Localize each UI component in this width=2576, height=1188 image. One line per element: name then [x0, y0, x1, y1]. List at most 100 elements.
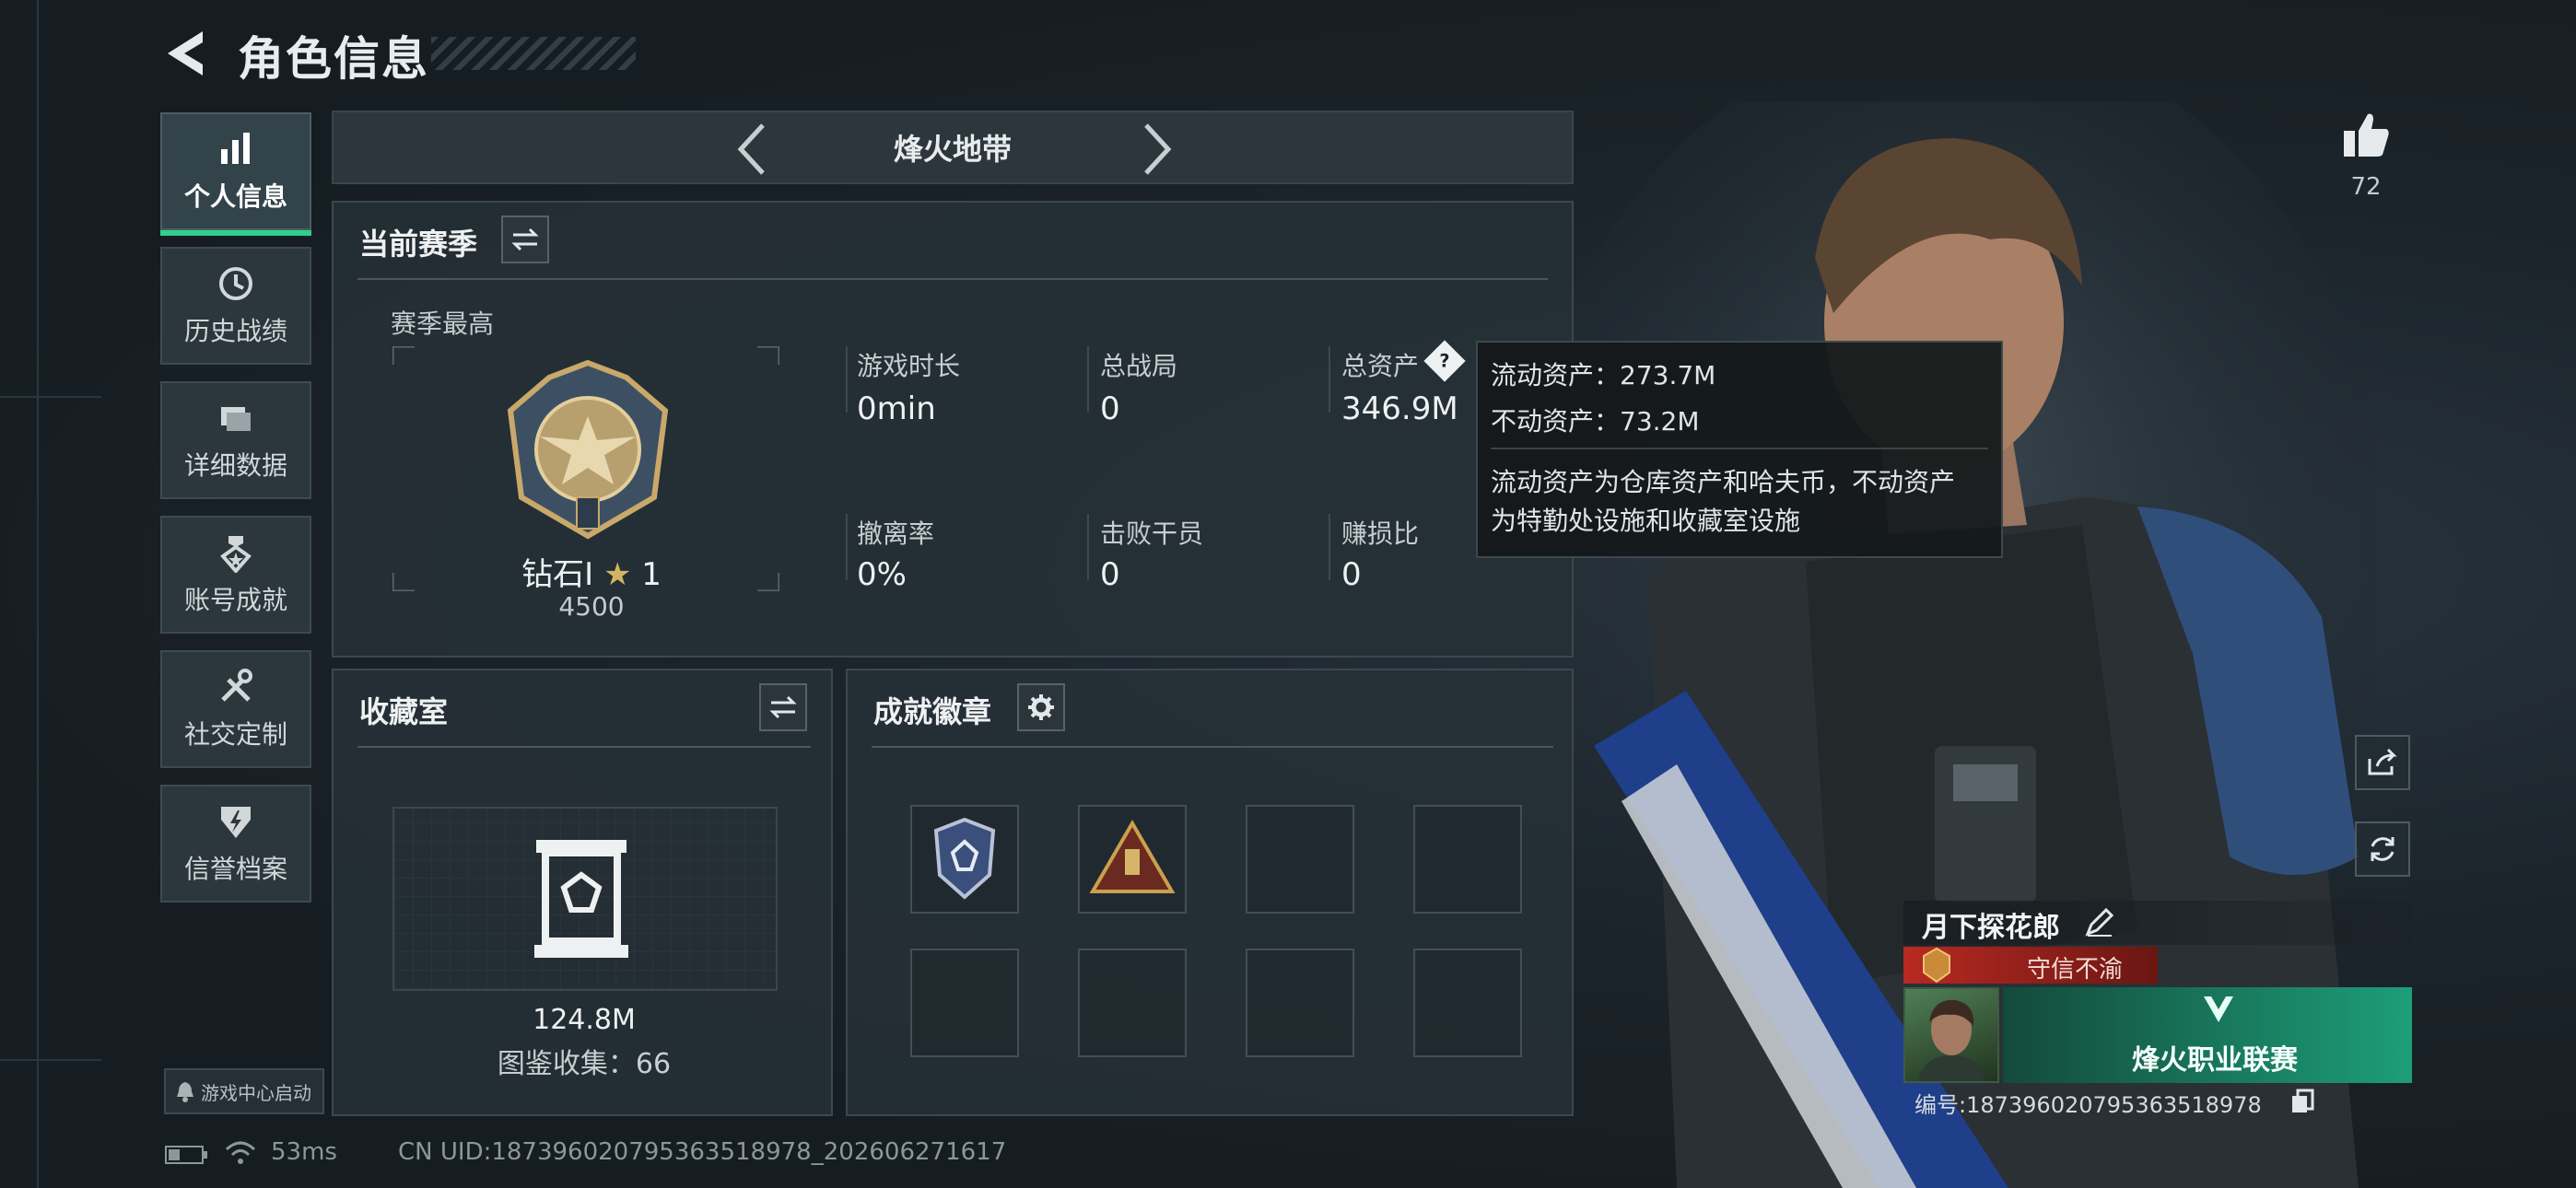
swap-icon [511, 227, 539, 251]
current-season-panel: 当前赛季 赛季最高 钻石I ★ 1 4500 游戏时长 0min 总战局 0 总… [332, 201, 1574, 658]
badge-slot[interactable] [1413, 949, 1522, 1057]
divider [357, 746, 811, 748]
credit-icon [221, 807, 251, 838]
season-best-label: 赛季最高 [391, 309, 495, 339]
copy-icon[interactable] [2290, 1089, 2314, 1114]
swap-icon [769, 695, 797, 719]
pyramid-badge-icon [1089, 820, 1176, 893]
achievement-icon [220, 536, 252, 573]
next-season-chevron-icon[interactable] [1139, 122, 1176, 177]
player-card: 月下探花郎 守信不渝 烽火职业联赛 [1903, 901, 2412, 1083]
tooltip-fixed-row: 不动资产：73.2M [1491, 402, 1700, 438]
star-icon: ★ [603, 556, 632, 593]
player-title: 守信不渝 [2027, 956, 2124, 984]
tooltip-note-line: 流动资产为仓库资产和哈夫币，不动资产 [1491, 467, 1956, 497]
collection-vault-icon [534, 840, 628, 958]
nav-item-credit[interactable]: 信誉档案 [160, 785, 311, 903]
gear-icon [1028, 694, 1054, 720]
thumbs-up-icon[interactable] [2340, 109, 2392, 160]
divider [846, 514, 848, 580]
nav-item-social[interactable]: 社交定制 [160, 650, 311, 768]
tooltip-fixed-value: 73.2M [1620, 406, 1700, 437]
game-center-label: 游戏中心启动 [201, 1081, 311, 1104]
badge-slot[interactable] [1078, 805, 1187, 914]
divider [1087, 514, 1089, 580]
rank-points: 4500 [558, 591, 625, 622]
stat-value: 0min [857, 390, 936, 427]
history-icon [219, 267, 252, 300]
badge-slot[interactable] [1078, 949, 1187, 1057]
avatar[interactable] [1903, 987, 1999, 1083]
ping-text: 53ms [271, 1138, 337, 1166]
nav-item-achievements[interactable]: 账号成就 [160, 516, 311, 634]
player-name: 月下探花郎 [1922, 912, 2060, 944]
badge-slot[interactable] [910, 805, 1019, 914]
tooltip-note-line: 为特勤处设施和收藏室设施 [1491, 506, 1801, 536]
help-icon[interactable]: ? [1423, 340, 1466, 382]
divider [357, 278, 1548, 280]
stat-value: 0% [857, 556, 907, 593]
stat-value: 0 [1341, 556, 1362, 593]
edit-icon[interactable] [2084, 906, 2115, 938]
badge-slot[interactable] [1246, 949, 1354, 1057]
season-selector: 烽火地带 [332, 111, 1574, 184]
league-banner[interactable]: 烽火职业联赛 [2003, 987, 2412, 1083]
hud-line [0, 1059, 101, 1061]
nav-label: 历史战绩 [183, 316, 287, 346]
badge-settings-button[interactable] [1017, 683, 1065, 731]
nav-label: 社交定制 [183, 719, 287, 750]
assets-tooltip: 流动资产：273.7M 不动资产：73.2M 流动资产为仓库资产和哈夫币，不动资… [1476, 341, 2003, 558]
nav-item-history[interactable]: 历史战绩 [160, 247, 311, 365]
diamond-rank-emblem-icon [507, 359, 669, 540]
stat-label: 总战局 [1100, 351, 1178, 381]
badge-slot[interactable] [1413, 805, 1522, 914]
battery-icon [165, 1146, 207, 1164]
nav-item-detailed-data[interactable]: 详细数据 [160, 381, 311, 499]
badge-slot[interactable] [1246, 805, 1354, 914]
collection-panel: 收藏室 124.8M 图鉴收集：66 [332, 669, 833, 1116]
game-center-button[interactable]: 游戏中心启动 [164, 1068, 324, 1114]
rank-name: 钻石I [521, 556, 594, 593]
nav-label: 账号成就 [183, 585, 287, 615]
avatar-portrait [1918, 999, 1985, 1081]
player-id: 编号:1873960207953635189​78 [1914, 1092, 2262, 1118]
stat-label: 总资产 [1341, 351, 1420, 381]
prev-season-chevron-icon[interactable] [733, 122, 770, 177]
share-button[interactable] [2355, 735, 2410, 790]
refresh-icon [2371, 837, 2395, 861]
stat-label: 击败干员 [1100, 518, 1204, 549]
bar-chart-icon [221, 133, 250, 164]
tooltip-liquid-label: 流动资产： [1491, 360, 1621, 390]
back-arrow-icon[interactable] [162, 28, 208, 79]
tooltip-fixed-label: 不动资产： [1491, 406, 1621, 437]
page-title: 角色信息 [238, 32, 429, 86]
nav-item-personal-info[interactable]: 个人信息 [160, 112, 311, 236]
wifi-icon [225, 1141, 256, 1164]
hud-line [37, 0, 39, 1188]
season-name: 烽火地带 [893, 132, 1012, 167]
title-emblem-icon [1923, 947, 1950, 984]
stat-value: 0 [1100, 556, 1120, 593]
league-banner-text: 烽火职业联赛 [2132, 1044, 2298, 1077]
uid-text: CN UID:1873960207953635189​78_2026062716… [398, 1138, 1007, 1166]
likes-count: 72 [2350, 173, 2382, 201]
collection-switch-button[interactable] [759, 683, 807, 731]
collection-catalog: 图鉴收集：66 [497, 1048, 672, 1080]
tools-icon [221, 669, 252, 702]
refresh-button[interactable] [2355, 821, 2410, 877]
league-logo-icon [2204, 996, 2233, 1022]
bell-icon [177, 1082, 193, 1102]
nav-label: 个人信息 [183, 181, 287, 212]
tooltip-liquid-value: 273.7M [1620, 360, 1716, 390]
badge-slot[interactable] [910, 949, 1019, 1057]
collection-title: 收藏室 [359, 694, 449, 729]
shield-badge-icon [933, 817, 996, 900]
badges-title: 成就徽章 [873, 694, 992, 729]
season-switch-button[interactable] [501, 215, 549, 263]
stat-label: 赚损比 [1341, 518, 1420, 549]
nav-label: 信誉档案 [183, 854, 287, 884]
folder-icon [221, 407, 251, 431]
rank-name-row: 钻石I ★ 1 [453, 549, 730, 594]
divider [1329, 514, 1330, 580]
stat-label: 游戏时长 [857, 351, 961, 381]
